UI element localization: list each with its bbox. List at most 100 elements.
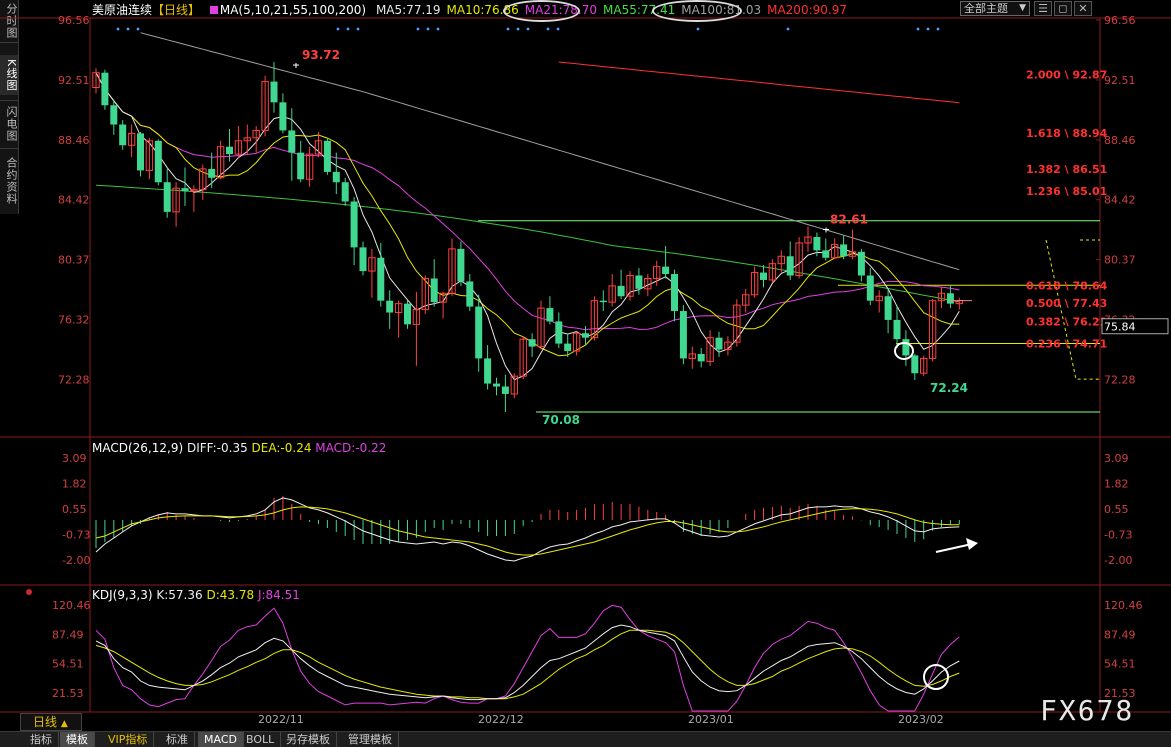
y-tick-label-left: 88.46 [58,134,90,147]
kdj-j: J:84.51 [257,588,300,602]
kdj-y-tick-left: 54.51 [52,658,84,671]
signal-dot [936,27,940,31]
candle-body [430,278,438,303]
kdj-header: KDJ(9,3,3) K:57.36 D:43.78 J:84.51 [92,587,300,603]
candle-body [893,319,901,340]
macd-name: MACD(26,12,9) [92,441,184,455]
candle-body [786,256,794,276]
candle-body [341,182,349,202]
x-label: 2022/11 [258,713,304,726]
kdj-y-tick-left: 120.46 [52,599,91,612]
fib-label: 1.236 \ 85.01 [1026,185,1107,198]
candle-body [386,300,394,313]
kdj-name: KDJ(9,3,3) [92,588,153,602]
candle-body [101,72,109,106]
tab-save-template[interactable]: 另存模板 [280,732,337,747]
candle-body [484,358,492,384]
macd-dea-line [95,506,960,556]
candle-body [582,333,589,338]
y-tick-label-left: 80.37 [58,254,90,267]
signal-dot [356,27,360,31]
y-tick-label-left: 96.56 [58,14,90,27]
candle-body [226,146,233,155]
theme-dropdown[interactable]: 全部主题 ▼ [960,1,1030,16]
macd-y-tick-right: -0.73 [1104,529,1132,542]
macd-y-tick-left: 3.09 [62,452,87,465]
candle-body [528,339,536,347]
fib-label: 0.236 \ 74.71 [1026,337,1107,350]
tab-indicators[interactable]: 指标 [24,732,59,747]
candle-body [137,133,144,171]
tab-manage-templates[interactable]: 管理模板 [342,732,399,747]
signal-dot [526,27,530,31]
period-selector[interactable]: 日线 ▲ [20,713,82,731]
price-panel[interactable]: 96.56 96.56 92.51 92.51 88.46 88.46 84.42 84.42… [58,14,1169,427]
x-label: 2023/02 [898,713,944,726]
tab-boll[interactable]: BOLL [240,732,282,747]
menu-icon[interactable]: ☰ [1034,1,1052,16]
macd-panel[interactable]: 3.09 3.09 1.82 1.82 0.55 0.55 -0.73 -0.73 -2.00 -… [62,452,1132,567]
ma-color-icon [209,6,218,14]
macd-y-tick-left: -0.73 [62,529,90,542]
period-tag: 【日线】 [152,3,201,17]
kdj-panel[interactable]: 120.46 120.4687.49 87.4954.51 54.5121.53 21.… [52,599,1143,712]
highlight-circle-ma21 [503,0,580,22]
signal-dot [346,27,350,31]
macd-dea: DEA:-0.24 [251,441,312,455]
y-tick-label-right: 92.51 [1104,74,1136,87]
x-label: 2022/12 [478,713,524,726]
candle-body [119,124,127,146]
kdj-settings-icon [26,589,32,595]
y-tick-label-left: 72.28 [58,373,90,386]
signal-dot [136,27,140,31]
tab-standard[interactable]: 标准 [160,732,195,747]
current-price-label: 75.84 [1104,321,1136,334]
high-annotation: 82.61 [830,213,868,227]
fib-label: 0.618 \ 78.64 [1026,279,1108,292]
candle-body [662,266,670,275]
chart-canvas[interactable]: 96.56 96.56 92.51 92.51 88.46 88.46 84.42 84.42… [0,0,1171,747]
signal-dot [516,27,520,31]
candle-body [501,386,509,394]
ma-value: MA200:90.97 [767,3,847,17]
candle-body [457,248,465,282]
fib-label: 2.000 \ 92.87 [1026,69,1107,82]
kdj-y-tick-left: 87.49 [52,628,84,641]
candle-body [350,201,358,248]
signal-dot [556,27,560,31]
signal-dot [916,27,920,31]
close-icon[interactable]: ✕ [1074,1,1092,16]
candle-body [359,247,367,272]
x-label: 2023/01 [688,713,734,726]
candle-body [564,343,572,352]
tab-templates[interactable]: 模板 [60,732,95,747]
candle-body [288,130,296,153]
trend-arrow [935,543,973,553]
candle-body [208,168,216,178]
candle-body [555,321,563,344]
signal-dot [416,27,420,31]
candle-body [599,300,607,303]
candle-body [715,337,723,350]
kdj-k: K:57.36 [156,588,203,602]
candle-body [466,281,474,307]
candle-body [377,257,385,301]
candle-body [404,303,411,325]
low-annotation: 70.08 [542,413,580,427]
y-tick-label-right: 96.56 [1104,14,1136,27]
high-annotation: 93.72 [302,48,340,62]
candle-body [181,188,189,192]
candle-body [154,140,162,183]
candle-body [902,339,910,356]
tab-vip-indicators[interactable]: VIP指标 [102,732,155,747]
theme-dropdown-label: 全部主题 [964,2,1008,15]
macd-y-tick-right: 3.09 [1104,452,1129,465]
macd-y-tick-left: 1.82 [62,477,87,490]
signal-dot [506,27,510,31]
ma-values: MA5:77.19 MA10:76.86 MA21:78.70 MA55:77.41 M… [370,3,847,17]
restore-icon[interactable]: ◻ [1054,1,1072,16]
candle-body [493,383,500,387]
tab-macd[interactable]: MACD [198,732,244,747]
y-tick-label-right: 72.28 [1104,373,1136,386]
y-tick-label-right: 88.46 [1104,134,1136,147]
